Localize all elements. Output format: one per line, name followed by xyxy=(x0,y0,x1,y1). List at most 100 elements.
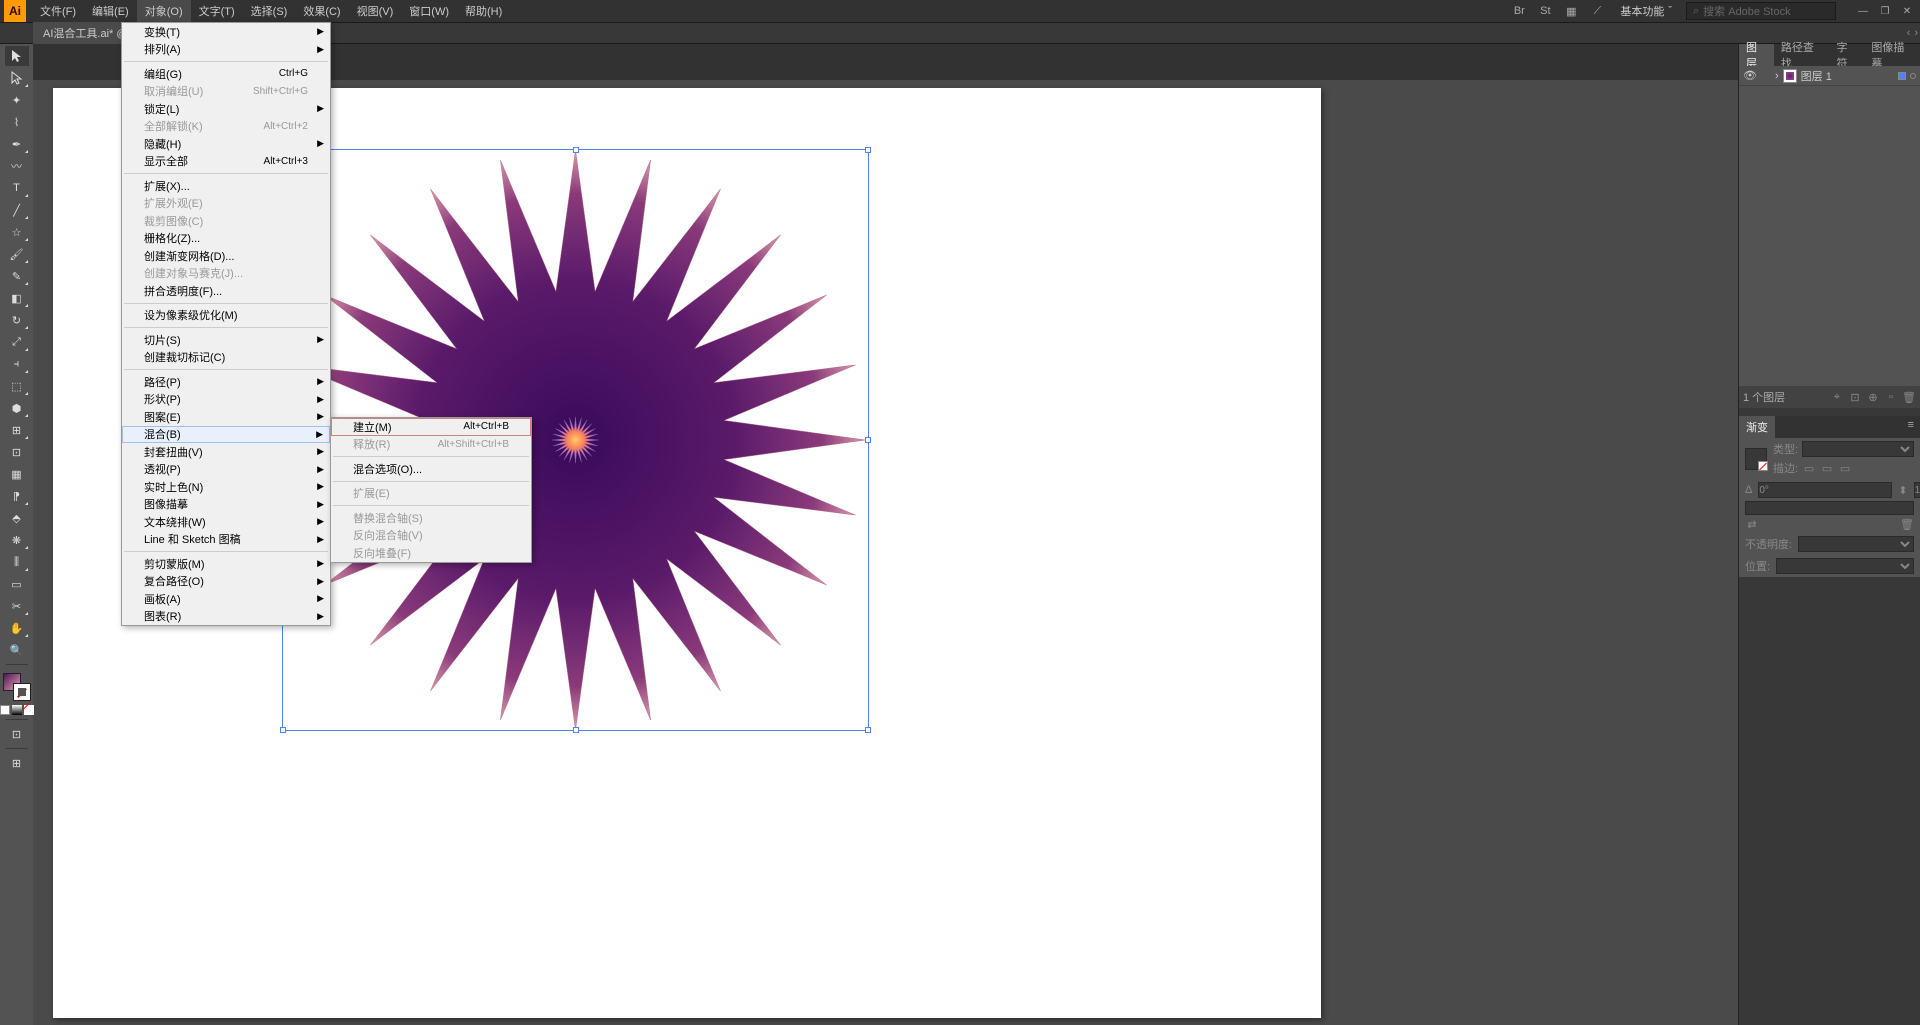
menu-item[interactable]: 图表(R)▶ xyxy=(122,608,330,626)
locate-icon[interactable]: ⌖ xyxy=(1830,390,1844,404)
menu-item[interactable]: 扩展(X)... xyxy=(122,177,330,195)
selection-tool[interactable] xyxy=(5,46,29,66)
reverse-gradient-icon[interactable]: ⇄ xyxy=(1745,517,1759,531)
gradient-tool[interactable]: ▦ xyxy=(5,464,29,484)
menu-item[interactable]: 混合选项(O)... xyxy=(331,460,531,478)
stroke-in-icon[interactable]: ▭ xyxy=(1802,461,1816,475)
menu-item[interactable]: Line 和 Sketch 图稿▶ xyxy=(122,531,330,549)
stroke-chip[interactable] xyxy=(13,683,31,701)
delete-layer-icon[interactable]: 🗑 xyxy=(1902,390,1916,404)
slice-tool[interactable]: ✂ xyxy=(5,596,29,616)
magic-wand-tool[interactable]: ✦ xyxy=(5,90,29,110)
opacity-select[interactable] xyxy=(1798,536,1914,552)
menu-item[interactable]: 复合路径(O)▶ xyxy=(122,573,330,591)
expand-icon[interactable]: › xyxy=(1775,70,1779,82)
stroke-along-icon[interactable]: ▭ xyxy=(1820,461,1834,475)
menu-item[interactable]: 锁定(L)▶ xyxy=(122,100,330,118)
menu-item[interactable]: 创建裁切标记(C) xyxy=(122,349,330,367)
gradient-type-select[interactable] xyxy=(1802,441,1914,457)
minimize-button[interactable]: — xyxy=(1854,4,1872,18)
menu-item[interactable]: 创建渐变网格(D)... xyxy=(122,247,330,265)
menu-item[interactable]: 画板(A)▶ xyxy=(122,590,330,608)
stroke-across-icon[interactable]: ▭ xyxy=(1838,461,1852,475)
menu-item[interactable]: 路径(P)▶ xyxy=(122,373,330,391)
selection-handle[interactable] xyxy=(865,727,871,733)
pencil-tool[interactable]: ✎ xyxy=(5,266,29,286)
direct-selection-tool[interactable] xyxy=(5,68,29,88)
selection-handle[interactable] xyxy=(280,727,286,733)
layer-target-icon[interactable] xyxy=(1898,72,1906,80)
none-mode-icon[interactable] xyxy=(24,705,34,715)
tab-character[interactable]: 字符 xyxy=(1830,44,1865,66)
lasso-tool[interactable]: ⌇ xyxy=(5,112,29,132)
type-tool[interactable]: T xyxy=(5,178,29,198)
menu-item[interactable]: 编组(G)Ctrl+G xyxy=(122,65,330,83)
delete-stop-icon[interactable]: 🗑 xyxy=(1900,517,1914,531)
menu-文字[interactable]: 文字(T) xyxy=(191,0,243,22)
visibility-icon[interactable]: 👁 xyxy=(1743,69,1757,83)
menu-item[interactable]: 建立(M)Alt+Ctrl+B xyxy=(331,418,531,436)
tab-layers[interactable]: 图层 xyxy=(1739,44,1774,66)
tab-next-icon[interactable]: › xyxy=(1914,27,1918,39)
gradient-ramp[interactable] xyxy=(1745,501,1914,515)
menu-item[interactable]: 隐藏(H)▶ xyxy=(122,135,330,153)
pen-tool[interactable]: ✒ xyxy=(5,134,29,154)
selection-handle[interactable] xyxy=(865,147,871,153)
new-layer-icon[interactable]: ▫ xyxy=(1884,390,1898,404)
tab-gradient[interactable]: 渐变 xyxy=(1739,416,1775,438)
star-tool[interactable]: ☆ xyxy=(5,222,29,242)
gradient-thumb[interactable] xyxy=(1745,448,1767,470)
tab-prev-icon[interactable]: ‹ xyxy=(1907,27,1911,39)
tab-pathfinder[interactable]: 路径查找 xyxy=(1774,44,1830,66)
line-tool[interactable]: ╱ xyxy=(5,200,29,220)
mesh-tool[interactable]: ⊡ xyxy=(5,442,29,462)
eyedropper-tool[interactable]: ⁋ xyxy=(5,486,29,506)
color-mode-icon[interactable] xyxy=(0,705,10,715)
menu-item[interactable]: 显示全部Alt+Ctrl+3 xyxy=(122,153,330,171)
close-button[interactable]: ✕ xyxy=(1898,4,1916,18)
column-graph-tool[interactable]: ⫼ xyxy=(5,552,29,572)
menu-item[interactable]: 实时上色(N)▶ xyxy=(122,478,330,496)
menu-item[interactable]: 拼合透明度(F)... xyxy=(122,282,330,300)
scale-tool[interactable]: ⤢ xyxy=(5,332,29,352)
position-select[interactable] xyxy=(1776,558,1914,574)
stock-icon[interactable]: St xyxy=(1536,2,1554,20)
menu-item[interactable]: 透视(P)▶ xyxy=(122,461,330,479)
menu-item[interactable]: 封套扭曲(V)▶ xyxy=(122,443,330,461)
make-clip-icon[interactable]: ⊡ xyxy=(1848,390,1862,404)
rotate-tool[interactable]: ↻ xyxy=(5,310,29,330)
menu-item[interactable]: 栅格化(Z)... xyxy=(122,230,330,248)
menu-选择[interactable]: 选择(S) xyxy=(243,0,296,22)
menu-对象[interactable]: 对象(O) xyxy=(137,0,191,22)
menu-item[interactable]: 图案(E)▶ xyxy=(122,408,330,426)
panel-menu-icon[interactable]: ≡ xyxy=(1902,416,1920,438)
selection-handle[interactable] xyxy=(573,147,579,153)
artboard-tool[interactable]: ▭ xyxy=(5,574,29,594)
shape-builder-tool[interactable]: ⬢ xyxy=(5,398,29,418)
selection-handle[interactable] xyxy=(865,437,871,443)
free-transform-tool[interactable]: ⬚ xyxy=(5,376,29,396)
menu-item[interactable]: 切片(S)▶ xyxy=(122,331,330,349)
search-stock-input[interactable]: ⌕ 搜索 Adobe Stock xyxy=(1686,2,1836,20)
symbol-sprayer-tool[interactable]: ❋ xyxy=(5,530,29,550)
menu-item[interactable]: 图像描摹▶ xyxy=(122,496,330,514)
arrange-docs-icon[interactable]: ▦ xyxy=(1562,2,1580,20)
menu-编辑[interactable]: 编辑(E) xyxy=(84,0,137,22)
gradient-mode-icon[interactable] xyxy=(12,705,22,715)
paintbrush-tool[interactable]: 🖌 xyxy=(5,244,29,264)
blend-tool[interactable]: ⬘ xyxy=(5,508,29,528)
curvature-tool[interactable]: 〰 xyxy=(5,156,29,176)
menu-item[interactable]: 排列(A)▶ xyxy=(122,41,330,59)
width-tool[interactable]: ⫞ xyxy=(5,354,29,374)
bridge-icon[interactable]: Br xyxy=(1510,2,1528,20)
menu-窗口[interactable]: 窗口(W) xyxy=(401,0,457,22)
fill-stroke-chips[interactable] xyxy=(3,673,31,701)
angle-input[interactable] xyxy=(1758,482,1892,498)
zoom-tool[interactable]: 🔍 xyxy=(5,640,29,660)
hand-tool[interactable]: ✋ xyxy=(5,618,29,638)
menu-item[interactable]: 剪切蒙版(M)▶ xyxy=(122,555,330,573)
workspace-switcher[interactable]: 基本功能 ˇ xyxy=(1614,3,1678,19)
screen-mode-icon[interactable]: ⊞ xyxy=(5,753,29,773)
draw-mode-icon[interactable]: ⊡ xyxy=(5,724,29,744)
layer-row[interactable]: 👁 › 图层 1 xyxy=(1739,66,1920,86)
